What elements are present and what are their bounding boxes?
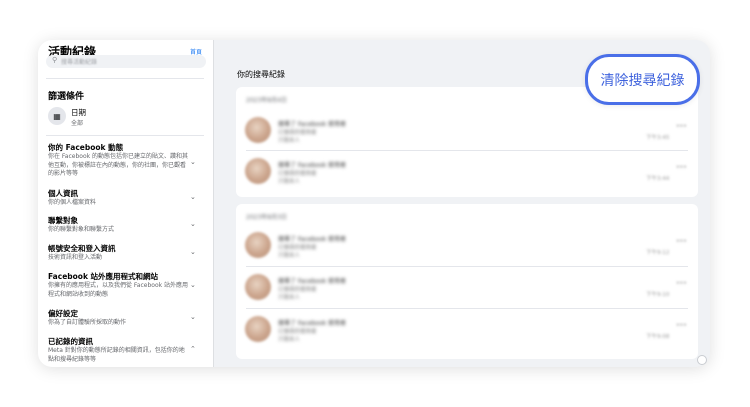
- more-options-icon[interactable]: •••: [676, 238, 687, 245]
- category-description: 技術資訊和登入活動: [48, 254, 103, 261]
- item-time: 下午9:08: [646, 334, 670, 340]
- clear-search-history-button[interactable]: 清除搜尋紀錄: [585, 54, 700, 105]
- item-subtitle: 已搜尋的使用者: [278, 329, 317, 335]
- category-description: 你為了自訂體驗所採取的動作: [48, 319, 127, 326]
- filter-title: 篩選條件: [48, 92, 85, 102]
- page-title: 你的搜尋紀錄: [237, 70, 285, 79]
- avatar: [245, 316, 271, 342]
- chevron-down-icon[interactable]: ⌄: [190, 158, 196, 166]
- avatar: [245, 232, 271, 258]
- category-title: 你的 Facebook 動態: [48, 143, 124, 152]
- item-privacy: 只限本人: [278, 179, 301, 185]
- resize-handle[interactable]: [697, 355, 707, 365]
- category-title: 聯繫對象: [48, 216, 78, 225]
- divider: [46, 78, 204, 79]
- category-description: 你在 Facebook 的動態包括你已建立的貼文、讚和其他互動，你被標註在內的動…: [48, 153, 189, 177]
- group-date-heading: 2023年8月4日: [246, 97, 287, 104]
- item-privacy: 只限本人: [278, 253, 301, 259]
- list-item[interactable]: 搜尋了 Facebook 使用者 已搜尋的使用者 只限本人 下午9:08 •••: [236, 308, 698, 348]
- item-time: 下午9:10: [646, 292, 670, 298]
- date-filter-value: 全部: [71, 120, 84, 127]
- search-input[interactable]: ⚲ 搜尋活動紀錄: [46, 55, 206, 68]
- category-title: Facebook 站外應用程式和網站: [48, 272, 159, 281]
- item-title: 搜尋了 Facebook 使用者: [278, 320, 347, 327]
- category-description: Meta 針對你的動態所記錄的相關資訊，包括你的地點和搜尋紀錄等等: [48, 347, 185, 363]
- chevron-down-icon[interactable]: ⌄: [190, 313, 196, 321]
- item-privacy: 只限本人: [278, 138, 301, 144]
- chevron-down-icon[interactable]: ⌄: [190, 193, 196, 201]
- category-description: 你的個人檔案資料: [48, 199, 97, 206]
- divider: [46, 135, 204, 136]
- row-divider: [246, 308, 688, 309]
- item-subtitle: 已搜尋的使用者: [278, 245, 317, 251]
- avatar: [245, 274, 271, 300]
- list-item[interactable]: 搜尋了 Facebook 使用者 已搜尋的使用者 只限本人 下午3:45 •••: [236, 109, 698, 149]
- date-filter-label[interactable]: 日期: [71, 107, 86, 118]
- more-options-icon[interactable]: •••: [676, 280, 687, 287]
- sidebar: 活動紀錄 首頁 ⚲ 搜尋活動紀錄 篩選條件 ▦ 日期 全部 你的 Faceboo…: [38, 40, 214, 367]
- avatar: [245, 158, 271, 184]
- item-privacy: 只限本人: [278, 337, 301, 343]
- chevron-down-icon[interactable]: ⌄: [190, 248, 196, 256]
- category-description: 你擁有的應用程式，以及我們從 Facebook 站外應用程式和網站收到的動態: [48, 282, 189, 298]
- item-subtitle: 已搜尋的使用者: [278, 130, 317, 136]
- item-time: 下午3:44: [646, 176, 670, 182]
- list-item[interactable]: 搜尋了 Facebook 使用者 已搜尋的使用者 只限本人 下午9:10 •••: [236, 266, 698, 306]
- item-privacy: 只限本人: [278, 295, 301, 301]
- item-time: 下午9:12: [646, 250, 670, 256]
- item-title: 搜尋了 Facebook 使用者: [278, 121, 347, 128]
- more-options-icon[interactable]: •••: [676, 123, 687, 130]
- item-title: 搜尋了 Facebook 使用者: [278, 236, 347, 243]
- item-subtitle: 已搜尋的使用者: [278, 287, 317, 293]
- avatar: [245, 117, 271, 143]
- list-item[interactable]: 搜尋了 Facebook 使用者 已搜尋的使用者 只限本人 下午3:44 •••: [236, 150, 698, 190]
- category-title: 個人資訊: [48, 189, 78, 198]
- more-options-icon[interactable]: •••: [676, 322, 687, 329]
- item-title: 搜尋了 Facebook 使用者: [278, 162, 347, 169]
- search-placeholder: 搜尋活動紀錄: [61, 59, 98, 66]
- category-title: 已記錄的資訊: [48, 337, 93, 346]
- chevron-down-icon[interactable]: ⌄: [190, 220, 196, 228]
- search-history-group: 2023年8月3日 搜尋了 Facebook 使用者 已搜尋的使用者 只限本人 …: [236, 204, 698, 359]
- category-title: 偏好設定: [48, 309, 78, 318]
- group-date-heading: 2023年8月3日: [246, 214, 287, 221]
- row-divider: [246, 266, 688, 267]
- item-subtitle: 已搜尋的使用者: [278, 171, 317, 177]
- chevron-down-icon[interactable]: ⌄: [190, 281, 196, 289]
- search-icon: ⚲: [52, 56, 58, 64]
- row-divider: [246, 150, 688, 151]
- item-time: 下午3:45: [646, 135, 670, 141]
- category-description: 你的聯繫對象和聯繫方式: [48, 226, 115, 233]
- more-options-icon[interactable]: •••: [676, 164, 687, 171]
- list-item[interactable]: 搜尋了 Facebook 使用者 已搜尋的使用者 只限本人 下午9:12 •••: [236, 224, 698, 264]
- item-title: 搜尋了 Facebook 使用者: [278, 278, 347, 285]
- calendar-icon[interactable]: ▦: [48, 107, 66, 125]
- chevron-up-icon[interactable]: ⌃: [190, 345, 196, 353]
- category-title: 帳號安全和登入資訊: [48, 244, 116, 253]
